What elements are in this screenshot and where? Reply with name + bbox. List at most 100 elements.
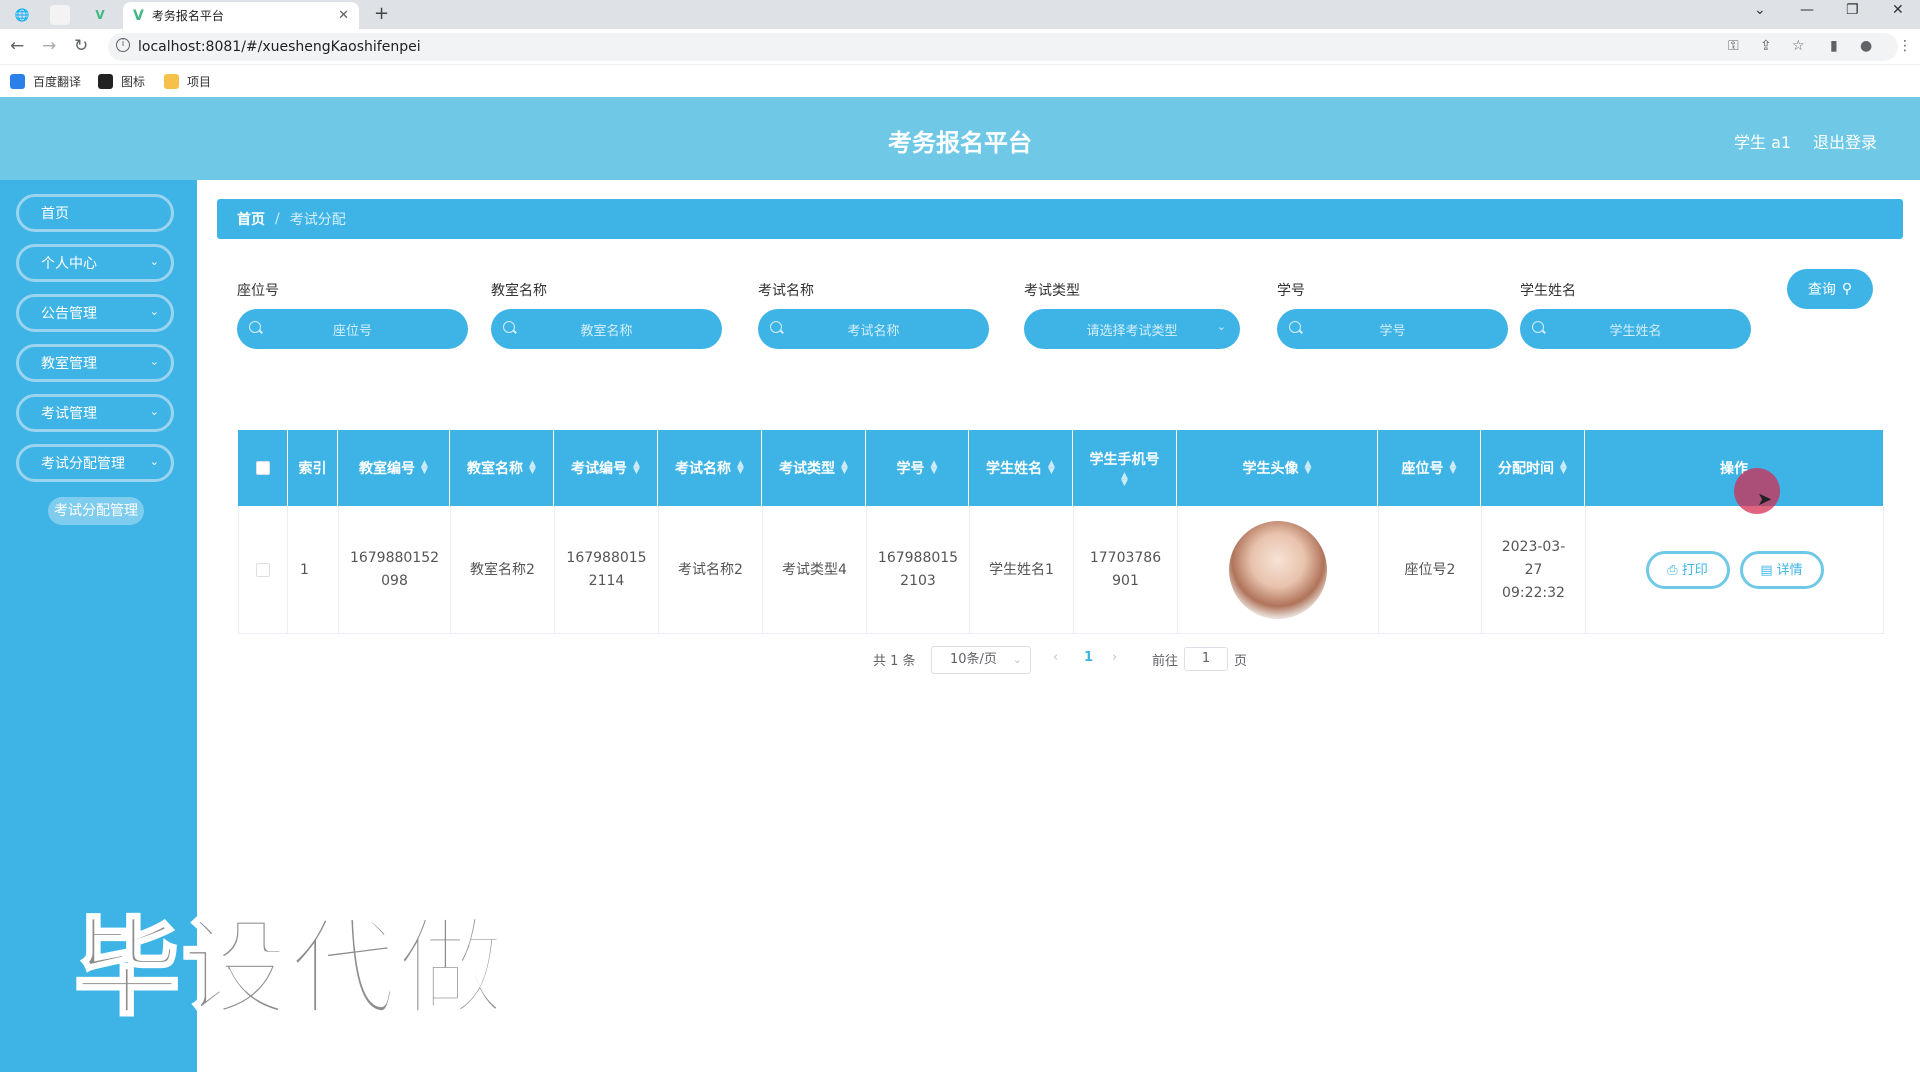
bookmark-baidu-translate[interactable]: 百度翻译 [10, 73, 81, 90]
back-icon[interactable]: ← [10, 36, 24, 56]
mouse-cursor-icon: ➤ [1757, 489, 1773, 510]
sort-icon[interactable]: ▲ ▼ [841, 460, 848, 476]
query-button[interactable]: 查询 ⚲ [1787, 269, 1873, 309]
filter-label-exam-name: 考试名称 [758, 283, 814, 299]
sort-icon[interactable]: ▲ ▼ [737, 460, 744, 476]
side-panel-icon[interactable]: ▮ [1830, 38, 1838, 54]
sort-icon[interactable]: ▲ ▼ [529, 460, 536, 476]
reload-icon[interactable]: ↻ [74, 36, 88, 56]
next-page-icon[interactable]: › [1112, 650, 1117, 665]
sort-icon[interactable]: ▲ ▼ [1560, 460, 1567, 476]
col-header-phone[interactable]: 学生手机号 ▲ ▼ [1073, 430, 1177, 506]
logout-link[interactable]: 退出登录 [1813, 129, 1877, 153]
sidebar-item-exams[interactable]: 考试管理 ⌄ [16, 394, 174, 432]
image-icon [98, 74, 113, 89]
profile-icon[interactable]: ● [1860, 38, 1872, 54]
sort-icon[interactable]: ▲ ▼ [421, 460, 428, 476]
col-header-exam-type[interactable]: 考试类型 ▲ ▼ [762, 430, 866, 506]
share-icon[interactable]: ⇪ [1760, 38, 1772, 54]
col-header-label: 考试名称 [675, 461, 732, 477]
menu-dots-icon[interactable]: ⋮ [1898, 38, 1912, 54]
col-header-exam-no[interactable]: 考试编号 ▲ ▼ [554, 430, 658, 506]
cell-avatar [1178, 506, 1379, 634]
chevron-down-icon: ⌄ [149, 455, 159, 468]
browser-tab-bar: 🌐 V V 考务报名平台 ✕ + ⌄ — ❐ ✕ [0, 0, 1920, 29]
restore-icon[interactable]: ❐ [1846, 2, 1859, 18]
prev-page-icon[interactable]: ‹ [1053, 650, 1058, 665]
star-icon[interactable]: ☆ [1792, 38, 1805, 54]
bookmark-icons[interactable]: 图标 [98, 73, 145, 90]
select-all-checkbox[interactable] [255, 461, 270, 475]
col-header-seat[interactable]: 座位号 ▲ ▼ [1378, 430, 1481, 506]
key-icon[interactable]: ⚿ [1728, 38, 1739, 54]
col-header-avatar[interactable]: 学生头像 ▲ ▼ [1177, 430, 1378, 506]
col-header-label: 座位号 [1401, 461, 1444, 477]
exam-type-select[interactable]: 请选择考试类型 ⌄ [1024, 309, 1240, 349]
col-header-label: 教室编号 [359, 461, 416, 477]
current-user[interactable]: 学生 a1 [1734, 129, 1791, 153]
col-header-time[interactable]: 分配时间 ▲ ▼ [1481, 430, 1585, 506]
detail-button[interactable]: ▤ 详情 [1739, 551, 1824, 589]
breadcrumb-home[interactable]: 首页 [237, 209, 265, 229]
search-icon [1532, 321, 1544, 333]
pagination-total: 共 1 条 [873, 654, 916, 669]
minimize-icon[interactable]: — [1800, 2, 1814, 18]
omnibox[interactable]: i localhost:8081/#/xueshengKaoshifenpei … [108, 33, 1912, 61]
goto-page-input[interactable]: 1 [1184, 647, 1228, 671]
tab-title: 考务报名平台 [151, 9, 224, 23]
globe-icon[interactable]: 🌐 [12, 5, 32, 25]
sort-icon[interactable]: ▲ ▼ [931, 460, 938, 476]
input-placeholder: 考试名称 [847, 323, 900, 339]
sidebar-item-personal-center[interactable]: 个人中心 ⌄ [16, 244, 174, 282]
sort-icon[interactable]: ▲ ▼ [1121, 472, 1128, 488]
sidebar-item-exam-allocation[interactable]: 考试分配管理 ⌄ [16, 444, 174, 482]
app-header: 考务报名平台 学生 a1 退出登录 [0, 97, 1920, 180]
close-tab-icon[interactable]: ✕ [338, 8, 349, 23]
sort-icon[interactable]: ▲ ▼ [1048, 460, 1055, 476]
cell-classroom-no: 1679880152098 [339, 506, 451, 634]
cell-exam-type: 考试类型4 [763, 506, 867, 634]
sort-icon[interactable]: ▲ ▼ [1305, 460, 1312, 476]
sort-icon[interactable]: ▲ ▼ [1450, 460, 1457, 476]
col-header-label: 分配时间 [1498, 461, 1555, 477]
col-header-student-no[interactable]: 学号 ▲ ▼ [866, 430, 969, 506]
sort-icon[interactable]: ▲ ▼ [633, 460, 640, 476]
page-size-select[interactable]: 10条/页 ⌄ [931, 646, 1031, 674]
sidebar-subitem-exam-allocation[interactable]: 考试分配管理 [48, 497, 144, 525]
col-header-label: 考试编号 [571, 461, 628, 477]
seat-search-input[interactable]: 座位号 [237, 309, 468, 349]
col-header-exam-name[interactable]: 考试名称 ▲ ▼ [658, 430, 762, 506]
col-header-label: 学号 [896, 461, 925, 477]
classroom-search-input[interactable]: 教室名称 [491, 309, 722, 349]
url-text[interactable]: localhost:8081/#/xueshengKaoshifenpei [138, 39, 421, 55]
address-bar: ← → ↻ i localhost:8081/#/xueshengKaoshif… [0, 29, 1920, 65]
site-info-icon[interactable]: i [116, 38, 130, 52]
bookmark-projects[interactable]: 项目 [164, 73, 211, 90]
window-close-icon[interactable]: ✕ [1892, 2, 1904, 18]
breadcrumb: 首页 / 考试分配 [217, 199, 1903, 239]
tab-search-chevron-icon[interactable]: ⌄ [1754, 2, 1766, 18]
exam-name-search-input[interactable]: 考试名称 [758, 309, 989, 349]
new-tab-icon[interactable]: + [374, 3, 389, 24]
sidebar-item-home[interactable]: 首页 [16, 194, 174, 232]
student-no-search-input[interactable]: 学号 [1277, 309, 1508, 349]
sidebar-item-announcements[interactable]: 公告管理 ⌄ [16, 294, 174, 332]
sidebar-item-classrooms[interactable]: 教室管理 ⌄ [16, 344, 174, 382]
col-header-student-name[interactable]: 学生姓名 ▲ ▼ [969, 430, 1073, 506]
active-tab[interactable]: V 考务报名平台 ✕ [123, 2, 359, 29]
forward-icon[interactable]: → [42, 36, 56, 56]
blank-tab[interactable] [50, 5, 70, 25]
goto-label: 前往 [1152, 654, 1179, 669]
translate-icon [10, 74, 25, 89]
col-header-classroom-name[interactable]: 教室名称 ▲ ▼ [450, 430, 554, 506]
col-header-label: 学生姓名 [986, 461, 1043, 477]
student-avatar-image[interactable] [1229, 521, 1327, 619]
sidebar-item-label: 考试分配管理 [41, 456, 125, 472]
vue-tab-icon[interactable]: V [90, 5, 110, 25]
student-name-search-input[interactable]: 学生姓名 [1520, 309, 1751, 349]
print-button[interactable]: ⎙ 打印 [1645, 551, 1730, 589]
row-checkbox[interactable] [256, 563, 270, 577]
page-number-1[interactable]: 1 [1084, 650, 1093, 665]
col-header-classroom-no[interactable]: 教室编号 ▲ ▼ [338, 430, 450, 506]
detail-button-label: 详情 [1776, 562, 1803, 578]
